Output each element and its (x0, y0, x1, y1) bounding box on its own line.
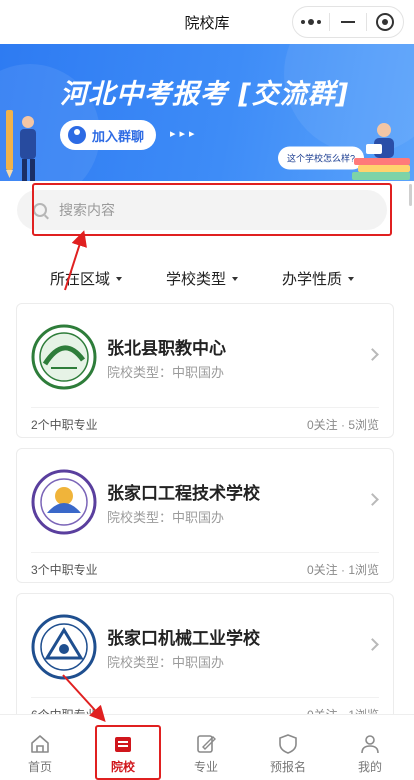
scrollbar[interactable] (409, 184, 412, 206)
close-target-icon (376, 13, 394, 31)
school-card[interactable]: 张北县职教中心 院校类型：中职国办 2个中职专业 0关注 · 5浏览 (16, 303, 394, 438)
school-name: 张家口机械工业学校 (107, 629, 260, 648)
student-reading-illustration (352, 123, 410, 180)
caret-down-icon (116, 276, 123, 281)
chevron-right-icon (366, 348, 379, 361)
chevron-right-icon (366, 493, 379, 506)
filter-label: 所在区域 (50, 271, 111, 288)
school-type: 院校类型：中职国办 (107, 655, 225, 670)
filter-bar: 所在区域 学校类型 办学性质 (0, 264, 414, 292)
tab-label: 院校 (110, 760, 135, 774)
follow-view-stats: 0关注 · 5浏览 (306, 418, 379, 432)
search-input[interactable] (59, 202, 339, 218)
search-icon (33, 203, 47, 217)
chevron-right-icon (366, 638, 379, 651)
shield-icon (279, 734, 297, 754)
join-group-button[interactable]: 加入群聊 (60, 120, 157, 150)
filter-school-nature[interactable]: 办学性质 (282, 268, 355, 289)
mini-program-capsule (292, 6, 404, 38)
minimize-button[interactable] (330, 7, 366, 37)
person-icon (68, 126, 86, 144)
minimize-icon (341, 21, 355, 23)
card-divider (31, 552, 379, 553)
tab-pre-registration[interactable]: 预报名 (258, 733, 318, 775)
tab-major[interactable]: 专业 (176, 733, 236, 775)
close-button[interactable] (367, 7, 403, 37)
promo-banner[interactable]: 河北中考报考 [交流群] 加入群聊 ▸▸▸ 这个学校怎么样? (0, 44, 414, 181)
tab-mine[interactable]: 我的 (340, 733, 400, 775)
home-icon (31, 735, 49, 753)
school-icon (115, 737, 131, 752)
tab-label: 专业 (193, 760, 218, 774)
card-divider (31, 407, 379, 408)
card-divider (31, 697, 379, 698)
tab-label: 首页 (27, 760, 52, 774)
school-type: 院校类型：中职国办 (107, 365, 225, 380)
school-card[interactable]: 张家口机械工业学校 院校类型：中职国办 6个中职专业 0关注 · 1浏览 (16, 593, 394, 728)
filter-label: 办学性质 (282, 271, 343, 288)
school-logo (31, 614, 97, 680)
join-group-label: 加入群聊 (92, 128, 145, 144)
school-name: 张北县职教中心 (107, 339, 226, 358)
filter-label: 学校类型 (166, 271, 227, 288)
search-bar[interactable] (17, 190, 387, 230)
person-icon (361, 735, 379, 754)
majors-count: 2个中职专业 (31, 418, 98, 432)
more-button[interactable] (293, 7, 329, 37)
tab-label: 预报名 (269, 760, 306, 774)
tab-label: 我的 (357, 760, 382, 774)
banner-arrows: ▸▸▸ (170, 128, 199, 140)
banner-headline: 河北中考报考 [交流群] (60, 79, 350, 110)
filter-region[interactable]: 所在区域 (50, 268, 123, 289)
school-name: 张家口工程技术学校 (107, 484, 260, 503)
school-card[interactable]: 张家口工程技术学校 院校类型：中职国办 3个中职专业 0关注 · 1浏览 (16, 448, 394, 583)
school-logo (31, 324, 97, 390)
school-logo (31, 469, 97, 535)
caret-down-icon (232, 276, 239, 281)
edit-icon (197, 735, 216, 753)
school-type: 院校类型：中职国办 (107, 510, 225, 525)
majors-count: 3个中职专业 (31, 563, 98, 577)
more-icon (301, 19, 321, 25)
caret-down-icon (348, 276, 355, 281)
tab-school[interactable]: 院校 (93, 733, 153, 775)
tab-home[interactable]: 首页 (10, 733, 70, 775)
bottom-tab-bar: 首页 院校 专业 预报名 我的 (0, 714, 414, 780)
filter-school-type[interactable]: 学校类型 (166, 268, 239, 289)
pencil-person-illustration (6, 110, 36, 181)
follow-view-stats: 0关注 · 1浏览 (306, 563, 379, 577)
navigation-bar: 院校库 (0, 0, 414, 44)
